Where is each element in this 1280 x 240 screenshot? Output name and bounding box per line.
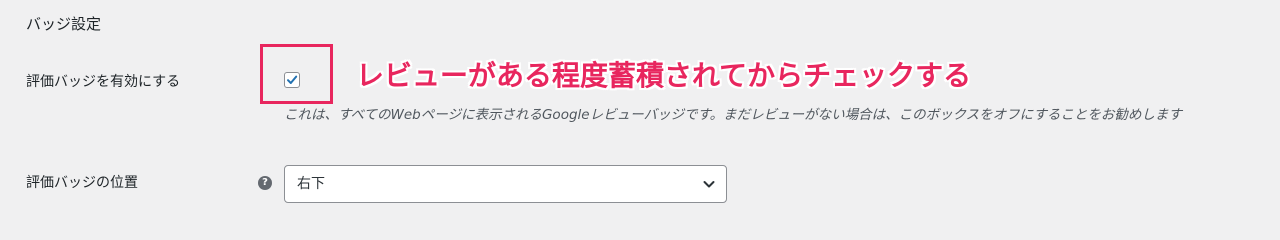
badge-position-selected-value: 右下 bbox=[297, 176, 325, 192]
checkmark-icon bbox=[287, 75, 298, 84]
annotation-text: レビューがある程度蓄積されてからチェックする bbox=[356, 59, 972, 92]
badge-position-label: 評価バッジの位置 bbox=[26, 175, 138, 191]
help-icon[interactable]: ? bbox=[258, 176, 272, 190]
section-title: バッジ設定 bbox=[26, 15, 102, 33]
badge-enable-description: これは、すべてのWebページに表示されるGoogleレビューバッジです。まだレビ… bbox=[284, 107, 1182, 123]
badge-enable-label: 評価バッジを有効にする bbox=[26, 74, 181, 90]
badge-enable-checkbox[interactable] bbox=[284, 72, 300, 88]
badge-position-select[interactable]: 右下 bbox=[284, 165, 727, 203]
chevron-down-icon bbox=[703, 181, 715, 188]
